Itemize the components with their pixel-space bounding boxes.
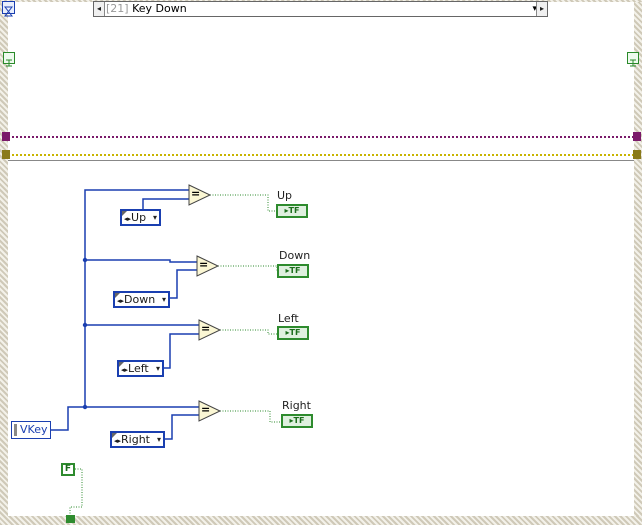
down-bool-wire: [218, 265, 278, 271]
indicator-down-label: Down: [279, 249, 311, 262]
enum-dropdown-icon[interactable]: ▾: [162, 293, 166, 306]
equal-node-right[interactable]: =: [201, 403, 210, 416]
enum-constant-left[interactable]: ◂▸Left ▾: [117, 360, 164, 377]
indicator-right-label: Right: [282, 399, 311, 412]
equal-node-down[interactable]: =: [199, 258, 208, 271]
equal-node-left[interactable]: =: [201, 322, 210, 335]
indicator-down-terminal[interactable]: ▸TF: [277, 264, 309, 278]
indicator-right-terminal[interactable]: ▸TF: [281, 414, 313, 428]
wire-layer: [51, 184, 281, 516]
enum-corner-icon: [112, 433, 117, 438]
enum-constant-up-label: Up: [131, 211, 147, 224]
terminal-grip-icon: [14, 424, 17, 436]
indicator-left-terminal[interactable]: ▸TF: [277, 326, 309, 340]
right-bool-wire: [220, 410, 281, 423]
stop-tunnel[interactable]: [66, 515, 75, 523]
false-boolean-constant[interactable]: F: [61, 463, 75, 476]
vkey-wire: [51, 189, 189, 431]
enum-constant-down[interactable]: ◂▸Down ▾: [113, 291, 170, 308]
equal-node-up[interactable]: =: [191, 187, 200, 200]
enum-constant-down-label: Down: [124, 293, 156, 306]
enum-dropdown-icon[interactable]: ▾: [153, 211, 157, 224]
indicator-left-label: Left: [278, 312, 299, 325]
left-const-wire: [163, 333, 199, 369]
enum-increment-icon[interactable]: ◂▸: [114, 437, 121, 445]
enum-dropdown-icon[interactable]: ▾: [157, 433, 161, 446]
enum-constant-left-label: Left: [128, 362, 149, 375]
enum-corner-icon: [122, 211, 127, 216]
down-const-wire: [170, 269, 197, 299]
enum-dropdown-icon[interactable]: ▾: [156, 362, 160, 375]
enum-constant-right[interactable]: ◂▸Right ▾: [110, 431, 165, 448]
up-bool-wire: [210, 194, 277, 212]
enum-constant-up[interactable]: ◂▸Up ▾: [120, 209, 161, 226]
vkey-wire-branch-down: [85, 259, 197, 263]
enum-increment-icon[interactable]: ◂▸: [117, 297, 124, 305]
indicator-up-label: Up: [277, 189, 293, 202]
left-bool-wire: [220, 329, 277, 335]
enum-corner-icon: [119, 362, 124, 367]
enum-constant-right-label: Right: [121, 433, 150, 446]
enum-corner-icon: [115, 293, 120, 298]
vkey-event-data-terminal[interactable]: VKey: [11, 421, 51, 439]
enum-increment-icon[interactable]: ◂▸: [124, 215, 131, 223]
right-const-wire: [165, 414, 199, 440]
vkey-label: VKey: [20, 423, 48, 436]
false-const-wire: [69, 468, 83, 516]
enum-increment-icon[interactable]: ◂▸: [121, 366, 128, 374]
indicator-up-terminal[interactable]: ▸TF: [276, 204, 308, 218]
